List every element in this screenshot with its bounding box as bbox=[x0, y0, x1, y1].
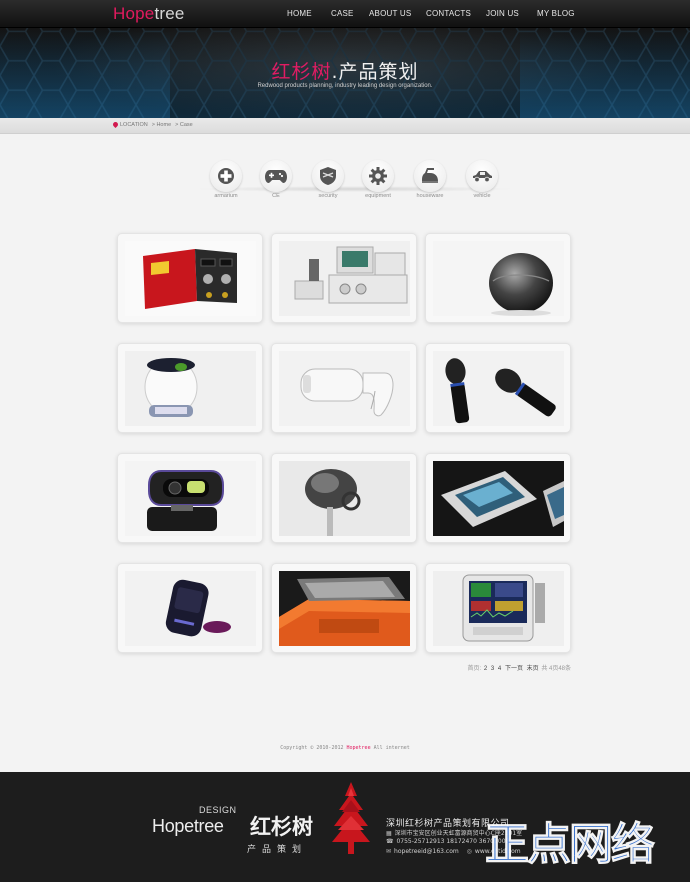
copyright: Copyright © 2010-2012 Hopetree All inter… bbox=[0, 745, 690, 751]
category-label: armarium bbox=[214, 193, 238, 199]
breadcrumb-location: LOCATION bbox=[120, 122, 148, 128]
redwood-tree-icon bbox=[332, 782, 370, 854]
nav-contacts[interactable]: CONTACTS bbox=[426, 9, 471, 18]
product-card[interactable] bbox=[117, 343, 263, 433]
product-image-webcam bbox=[125, 461, 256, 536]
hero-title-accent: 红杉树 bbox=[271, 61, 332, 83]
nav-home[interactable]: HOME bbox=[287, 9, 312, 18]
hero-subtitle: Redwood products planning, industry lead… bbox=[257, 83, 433, 89]
pager-first[interactable]: 首页 bbox=[468, 666, 480, 672]
category-label: houseware bbox=[416, 193, 444, 199]
category-security[interactable]: security bbox=[308, 160, 348, 199]
pager-next[interactable]: 下一页 bbox=[505, 666, 523, 672]
main-nav: HOME CASE ABOUT US CONTACTS JOIN US MY B… bbox=[0, 9, 690, 23]
product-card[interactable] bbox=[117, 453, 263, 543]
iron-icon bbox=[422, 168, 438, 183]
header-banner: Hopetree HOME CASE ABOUT US CONTACTS JOI… bbox=[0, 0, 690, 118]
product-image-anesthesia-machine bbox=[279, 241, 410, 316]
product-card[interactable] bbox=[271, 453, 417, 543]
nav-case[interactable]: CASE bbox=[331, 9, 354, 18]
category-icons: armarium CE security equipment houseware… bbox=[0, 160, 690, 210]
product-image-welding-machine bbox=[125, 241, 256, 316]
product-image-orange-case bbox=[279, 571, 410, 646]
category-equipment[interactable]: equipment bbox=[358, 160, 398, 199]
product-card[interactable] bbox=[425, 233, 571, 323]
breadcrumb-bar: LOCATION > Home > Case bbox=[0, 118, 690, 134]
nav-about-us[interactable]: ABOUT US bbox=[369, 9, 411, 18]
hero-title-rest: .产品策划 bbox=[331, 61, 419, 83]
copyright-prefix: Copyright © 2010-2012 bbox=[280, 745, 347, 751]
footer-logo: Hopetree bbox=[152, 816, 224, 836]
category-label: equipment bbox=[365, 193, 391, 199]
product-image-handheld-scanner bbox=[279, 351, 410, 426]
category-armarium[interactable]: armarium bbox=[206, 160, 246, 199]
copyright-suffix: All internet bbox=[370, 745, 410, 751]
category-label: security bbox=[318, 193, 338, 199]
phone-icon: ☎ bbox=[386, 838, 394, 845]
product-card[interactable] bbox=[271, 343, 417, 433]
product-card[interactable] bbox=[425, 343, 571, 433]
pager-sep: : bbox=[479, 666, 482, 672]
web-icon: ◎ bbox=[466, 848, 472, 855]
product-image-white-projector bbox=[125, 351, 256, 426]
product-card[interactable] bbox=[425, 453, 571, 543]
hero-title: 红杉树.产品策划 bbox=[0, 57, 690, 84]
product-image-portable-player bbox=[125, 571, 256, 646]
product-image-gps-device bbox=[433, 461, 564, 536]
mail-icon: ✉ bbox=[386, 848, 392, 855]
category-label: vehicle bbox=[473, 193, 491, 199]
gear-icon bbox=[369, 167, 387, 185]
footer-cn-name: 红杉树 bbox=[250, 815, 313, 839]
product-card[interactable] bbox=[117, 233, 263, 323]
product-image-patient-monitor bbox=[433, 571, 564, 646]
footer-email[interactable]: hopetreeid@163.com bbox=[394, 848, 459, 855]
pager-total: 共 4页48条 bbox=[541, 666, 571, 672]
car-icon bbox=[473, 171, 492, 183]
nav-my-blog[interactable]: MY BLOG bbox=[537, 9, 575, 18]
footer-design-label: DESIGN bbox=[199, 805, 237, 815]
top-navbar: Hopetree HOME CASE ABOUT US CONTACTS JOI… bbox=[0, 0, 690, 28]
shield-icon bbox=[320, 167, 336, 185]
nav-join-us[interactable]: JOIN US bbox=[486, 9, 519, 18]
breadcrumb-case[interactable]: > Case bbox=[175, 122, 193, 128]
pagination: 首页: 2 3 4 下一页 末页 共 4页48条 bbox=[468, 663, 571, 672]
pager-page-2[interactable]: 2 bbox=[484, 666, 487, 672]
building-icon: ▦ bbox=[386, 830, 392, 837]
product-card[interactable] bbox=[117, 563, 263, 653]
pager-last[interactable]: 末页 bbox=[527, 666, 539, 672]
pager-page-3[interactable]: 3 bbox=[491, 666, 494, 672]
breadcrumb: LOCATION > Home > Case bbox=[111, 121, 197, 129]
category-houseware[interactable]: houseware bbox=[410, 160, 450, 199]
footer-cn-sub: 产品策划 bbox=[247, 845, 308, 855]
medical-cross-icon bbox=[218, 168, 234, 184]
product-card[interactable] bbox=[271, 563, 417, 653]
product-card[interactable] bbox=[271, 233, 417, 323]
pager-page-4[interactable]: 4 bbox=[498, 666, 501, 672]
product-image-microphones bbox=[433, 351, 564, 426]
location-pin-icon bbox=[111, 121, 120, 129]
product-card[interactable] bbox=[425, 563, 571, 653]
category-label: CE bbox=[272, 193, 280, 199]
product-image-medical-lamp bbox=[279, 461, 410, 536]
product-image-egg-speaker bbox=[433, 241, 564, 316]
watermark-logo: 正点网络 bbox=[485, 819, 656, 871]
category-ce[interactable]: CE bbox=[256, 160, 296, 199]
gamepad-icon bbox=[265, 170, 287, 183]
copyright-brand: Hopetree bbox=[346, 745, 371, 751]
category-vehicle[interactable]: vehicle bbox=[462, 160, 502, 199]
breadcrumb-home[interactable]: > Home bbox=[152, 122, 171, 128]
